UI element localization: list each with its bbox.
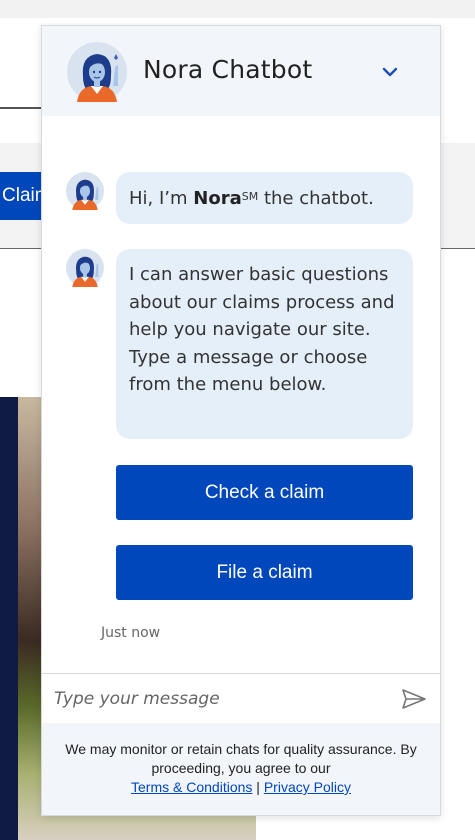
send-icon[interactable] <box>401 688 427 710</box>
message-timestamp: Just now <box>101 625 161 641</box>
background-top-bar <box>0 0 475 18</box>
chat-disclaimer: We may monitor or retain chats for quali… <box>42 723 440 815</box>
chat-title: Nora Chatbot <box>143 55 313 84</box>
check-claim-button[interactable]: Check a claim <box>116 465 413 520</box>
nora-avatar <box>66 249 104 287</box>
chat-message: I can answer basic questions about our c… <box>116 249 413 439</box>
chevron-down-icon[interactable] <box>378 60 402 84</box>
privacy-policy-link[interactable]: Privacy Policy <box>264 779 351 795</box>
chat-window: Nora Chatbot Hi, I’m NoraSM the chatbot.… <box>41 25 441 816</box>
file-claim-button[interactable]: File a claim <box>116 545 413 600</box>
message-input[interactable] <box>54 682 384 716</box>
disclaimer-text: We may monitor or retain chats for quali… <box>65 741 417 776</box>
chat-header: Nora Chatbot <box>42 26 440 116</box>
bot-name: Nora <box>193 188 242 209</box>
terms-link[interactable]: Terms & Conditions <box>131 779 252 795</box>
link-separator: | <box>256 779 260 795</box>
nora-avatar <box>66 172 104 210</box>
nora-avatar <box>67 42 127 102</box>
message-input-row <box>42 673 440 723</box>
service-mark: SM <box>241 190 259 203</box>
message-text: the chatbot. <box>258 188 374 209</box>
chat-message: Hi, I’m NoraSM the chatbot. <box>116 172 413 224</box>
message-text: Hi, I’m <box>129 188 194 209</box>
